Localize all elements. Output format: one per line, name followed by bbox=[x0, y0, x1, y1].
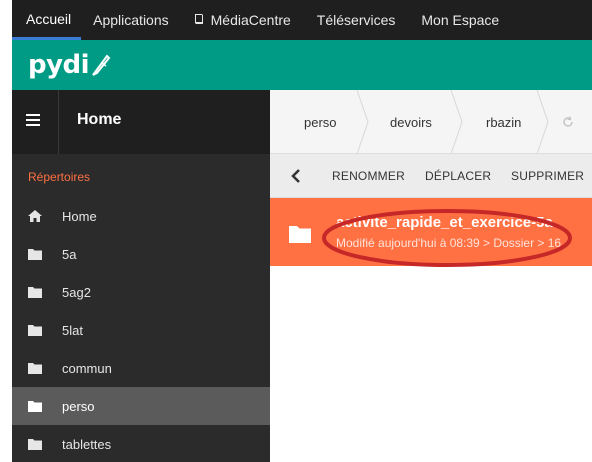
sidebar-item-tablettes[interactable]: tablettes bbox=[12, 425, 270, 462]
move-button[interactable]: DÉPLACER bbox=[425, 154, 491, 198]
breadcrumb-item-perso[interactable]: perso bbox=[304, 90, 337, 154]
sidebar-item-label: perso bbox=[62, 398, 95, 414]
chevron-left-icon[interactable] bbox=[290, 168, 302, 184]
sidebar-item-label: Home bbox=[62, 208, 97, 224]
brand-bar: pydi bbox=[12, 40, 592, 90]
nav-mon-espace-label: Mon Espace bbox=[421, 12, 500, 28]
hamburger-menu-icon[interactable] bbox=[26, 114, 40, 126]
breadcrumb-item-rbazin[interactable]: rbazin bbox=[486, 90, 521, 154]
logo-quill-icon bbox=[92, 54, 111, 76]
breadcrumb-item-devoirs[interactable]: devoirs bbox=[390, 90, 432, 154]
refresh-icon[interactable] bbox=[562, 116, 574, 128]
sidebar-item-home[interactable]: Home bbox=[12, 197, 270, 235]
main-panel: perso devoirs rbazin RENOMMER DÉPLACER S… bbox=[270, 90, 592, 462]
folder-icon bbox=[28, 286, 42, 298]
delete-button[interactable]: SUPPRIMER bbox=[511, 154, 584, 198]
folder-icon bbox=[28, 248, 42, 260]
folder-icon bbox=[28, 438, 42, 450]
top-navigation-bar: Accueil Applications MédiaCentre Téléser… bbox=[12, 0, 592, 40]
nav-mediacentre-label: MédiaCentre bbox=[210, 12, 291, 28]
sidebar-item-perso[interactable]: perso bbox=[12, 387, 270, 425]
rename-button[interactable]: RENOMMER bbox=[332, 154, 405, 198]
sidebar-item-commun[interactable]: commun bbox=[12, 349, 270, 387]
pydio-logo[interactable]: pydi bbox=[28, 48, 111, 82]
breadcrumb-separator-icon bbox=[356, 90, 369, 154]
sidebar-item-5lat[interactable]: 5lat bbox=[12, 311, 270, 349]
top-navigation: Accueil Applications MédiaCentre Téléser… bbox=[0, 0, 592, 40]
nav-mediacentre[interactable]: MédiaCentre bbox=[179, 0, 301, 40]
section-label-repertoires: Répertoires bbox=[28, 170, 91, 184]
sidebar-header: Home bbox=[12, 90, 270, 154]
breadcrumb-label: perso bbox=[304, 114, 337, 130]
nav-teleservices[interactable]: Téléservices bbox=[301, 0, 406, 40]
breadcrumb: perso devoirs rbazin bbox=[270, 90, 592, 154]
folder-icon bbox=[28, 400, 42, 412]
folder-icon bbox=[289, 226, 311, 243]
sidebar-item-label: 5ag2 bbox=[62, 284, 91, 300]
sidebar-item-label: 5lat bbox=[62, 322, 83, 338]
annotation-ellipse bbox=[322, 209, 572, 267]
action-toolbar: RENOMMER DÉPLACER SUPPRIMER bbox=[270, 154, 592, 198]
nav-teleservices-label: Téléservices bbox=[316, 12, 396, 28]
folder-icon bbox=[28, 324, 42, 336]
breadcrumb-label: rbazin bbox=[486, 114, 522, 130]
sidebar-item-5a[interactable]: 5a bbox=[12, 235, 270, 273]
sidebar-item-label: commun bbox=[62, 360, 112, 376]
sidebar-title: Home bbox=[77, 111, 122, 128]
book-icon bbox=[193, 13, 205, 28]
header-divider bbox=[58, 90, 59, 154]
sidebar-item-label: 5a bbox=[62, 246, 77, 262]
workspace-list: Home 5a 5ag2 5lat commun perso tablettes bbox=[12, 197, 270, 462]
home-icon bbox=[28, 210, 42, 222]
sidebar-item-label: tablettes bbox=[62, 436, 112, 452]
nav-applications[interactable]: Applications bbox=[81, 0, 179, 40]
nav-accueil[interactable]: Accueil bbox=[12, 0, 82, 40]
nav-applications-label: Applications bbox=[93, 12, 169, 28]
nav-mon-espace[interactable]: Mon Espace bbox=[405, 0, 509, 40]
folder-icon bbox=[28, 362, 42, 374]
breadcrumb-separator-icon bbox=[450, 90, 463, 154]
sidebar: Home Répertoires Home 5a 5ag2 5lat commu… bbox=[12, 90, 270, 462]
breadcrumb-label: devoirs bbox=[390, 114, 432, 130]
logo-text: pydi bbox=[28, 50, 90, 80]
nav-accueil-label: Accueil bbox=[26, 10, 72, 27]
sidebar-item-5ag2[interactable]: 5ag2 bbox=[12, 273, 270, 311]
breadcrumb-separator-icon bbox=[536, 90, 549, 154]
